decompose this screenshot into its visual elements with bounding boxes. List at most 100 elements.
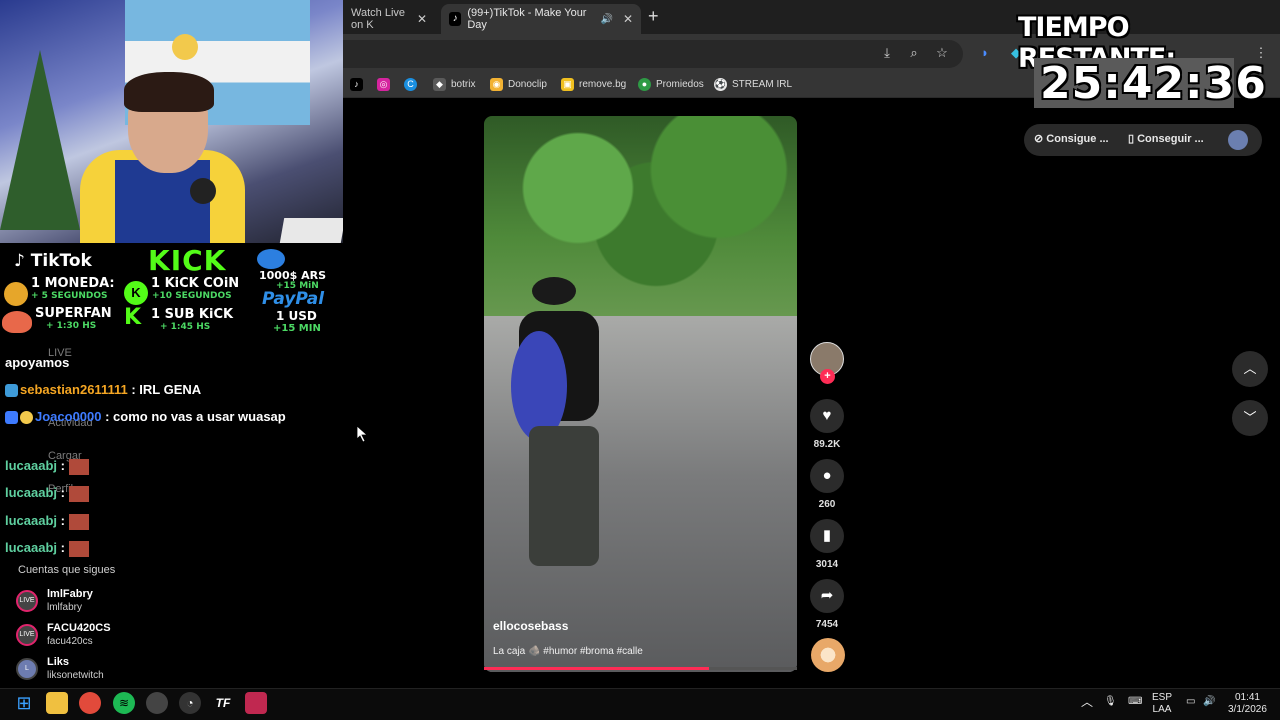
video-caption: La caja 🪨 #humor #broma #calle: [493, 646, 643, 657]
following-header: Cuentas que sigues: [18, 564, 116, 576]
account-handle: facu420cs: [47, 636, 93, 647]
bookmark-removebg[interactable]: ▣ remove.bg: [561, 78, 626, 91]
diamond-icon: ◆: [433, 78, 446, 91]
microphone-icon[interactable]: 🎙: [1104, 696, 1117, 708]
lang-bottom: LAA: [1152, 704, 1172, 715]
coin-icon: [4, 282, 28, 306]
heart-icon: ♥: [822, 407, 832, 424]
get-coins-label: Consigue ...: [1046, 133, 1109, 145]
close-icon[interactable]: ✕: [417, 12, 427, 26]
chat-message: lucaaabj :: [5, 509, 335, 532]
chat-username: lucaaabj: [5, 458, 58, 473]
tab-label: Watch Live on K: [351, 7, 406, 31]
close-icon[interactable]: ✕: [623, 12, 633, 26]
get-app-button[interactable]: ▯ Conseguir ...: [1128, 132, 1204, 145]
chat-message: lucaaabj :: [5, 536, 335, 559]
share-count: 7454: [815, 619, 839, 630]
tikfinity-icon[interactable]: TF: [212, 692, 234, 714]
account-handle: liksonetwitch: [47, 670, 104, 681]
tiktok-coin-label: 1 MONEDA:: [31, 276, 115, 291]
promiedos-icon: ●: [638, 78, 651, 91]
kick-sub-label: 1 SUB KiCK: [151, 307, 234, 322]
file-explorer-icon[interactable]: [46, 692, 68, 714]
soccer-ball-icon: ⚽: [714, 78, 727, 91]
tiktok-brand: TikTok: [30, 251, 92, 271]
chat-username: sebastian2611111: [20, 382, 128, 397]
streamlabs-icon[interactable]: [245, 692, 267, 714]
volume-icon[interactable]: 🔊: [1203, 696, 1215, 708]
language-indicator[interactable]: ESP LAA: [1152, 692, 1172, 716]
superfan-time: + 1:30 HS: [46, 321, 97, 331]
bookmark-canva[interactable]: C: [404, 78, 422, 91]
bookmark-donoclip[interactable]: ◉ Donoclip: [490, 78, 547, 91]
chat-text: :: [57, 485, 65, 500]
emote-icon: [68, 458, 89, 475]
bookmark-stream-irl[interactable]: ⚽ STREAM IRL: [714, 78, 792, 91]
save-button[interactable]: ▮: [810, 519, 844, 553]
extension-icon[interactable]: ◗: [976, 44, 994, 62]
account-handle: lmlfabry: [47, 602, 83, 613]
comment-button[interactable]: ●: [810, 459, 844, 493]
new-tab-button[interactable]: +: [648, 6, 659, 27]
chevron-down-icon: ﹀: [1243, 410, 1257, 425]
tab-tiktok[interactable]: ♪ (99+)TikTok - Make Your Day 🔊 ✕: [441, 4, 641, 34]
emote-icon: [68, 540, 89, 557]
windows-start-icon[interactable]: ⊞: [13, 692, 35, 714]
chat-username: lucaaabj: [5, 485, 58, 500]
bookmark-label: Donoclip: [508, 79, 547, 90]
tab-kick[interactable]: Watch Live on K ✕: [343, 4, 435, 34]
music-disc-icon[interactable]: [811, 638, 845, 672]
save-count: 3014: [815, 559, 839, 570]
comment-icon: ●: [822, 467, 832, 484]
get-app-label: Conseguir ...: [1137, 133, 1204, 145]
obs-icon[interactable]: ◔: [179, 692, 201, 714]
chat-message: lucaaabj :: [5, 454, 335, 477]
like-count: 89.2K: [813, 439, 841, 450]
tiktok-logo: ♪ TikTok: [14, 251, 92, 271]
mouse-cursor-icon: [357, 426, 368, 442]
keyboard-icon[interactable]: ⌨: [1128, 696, 1142, 708]
tiktok-icon: ♪: [449, 12, 462, 26]
chat-message: Joaco0000 : como no vas a usar wuasap: [5, 405, 335, 428]
zoom-icon[interactable]: ⌕: [905, 44, 923, 62]
bookmark-label: Promiedos: [656, 79, 704, 90]
star-icon[interactable]: ☆: [933, 44, 951, 62]
video-progress-fill: [484, 667, 709, 670]
bookmark-botrix[interactable]: ◆ botrix: [433, 78, 475, 91]
video-author[interactable]: ellocosebass: [493, 619, 568, 633]
network-icon[interactable]: ▭: [1186, 696, 1195, 708]
bookmark-promiedos[interactable]: ● Promiedos: [638, 78, 704, 91]
tray-chevron-icon[interactable]: ︿: [1081, 696, 1093, 708]
follow-plus-icon[interactable]: +: [820, 369, 835, 384]
speaker-icon[interactable]: 🔊: [600, 14, 612, 25]
bookmark-instagram[interactable]: ◎: [377, 78, 395, 91]
canva-icon: C: [404, 78, 417, 91]
like-button[interactable]: ♥: [810, 399, 844, 433]
chat-message: apoyamos: [5, 351, 335, 374]
following-account[interactable]: L Liks liksonetwitch: [16, 656, 104, 682]
previous-video-button[interactable]: ︿: [1232, 351, 1268, 387]
install-icon[interactable]: ⤓: [878, 44, 896, 62]
get-coins-button[interactable]: ⊘ Consigue ...: [1034, 132, 1109, 145]
bookmark-label: remove.bg: [579, 79, 627, 90]
following-account[interactable]: LIVE FACU420CS facu420cs: [16, 622, 111, 648]
following-account[interactable]: LIVE lmlFabry lmlfabry: [16, 588, 93, 614]
share-button[interactable]: ➦: [810, 579, 844, 613]
bookmark-tiktok[interactable]: ♪: [350, 78, 368, 91]
chrome-icon[interactable]: [79, 692, 101, 714]
tab-label: (99+)TikTok - Make Your Day: [467, 7, 587, 31]
clock[interactable]: 01:41 3/1/2026: [1228, 692, 1267, 716]
next-video-button[interactable]: ﹀: [1232, 400, 1268, 436]
address-bar[interactable]: [343, 40, 963, 68]
chat-overlay: LIVE Actividad Cargar Perfil apoyamos se…: [0, 338, 343, 688]
chat-text: :: [57, 458, 65, 473]
profile-avatar[interactable]: [1228, 130, 1248, 150]
usd-label: 1 USD: [276, 309, 317, 323]
emote-icon: [68, 485, 89, 502]
avatar: L: [16, 658, 38, 680]
video-player[interactable]: [484, 116, 797, 672]
account-name: lmlFabry: [47, 588, 93, 600]
spotify-icon[interactable]: ≋: [113, 692, 135, 714]
app-icon[interactable]: [146, 692, 168, 714]
chat-username: lucaaabj: [5, 513, 58, 528]
